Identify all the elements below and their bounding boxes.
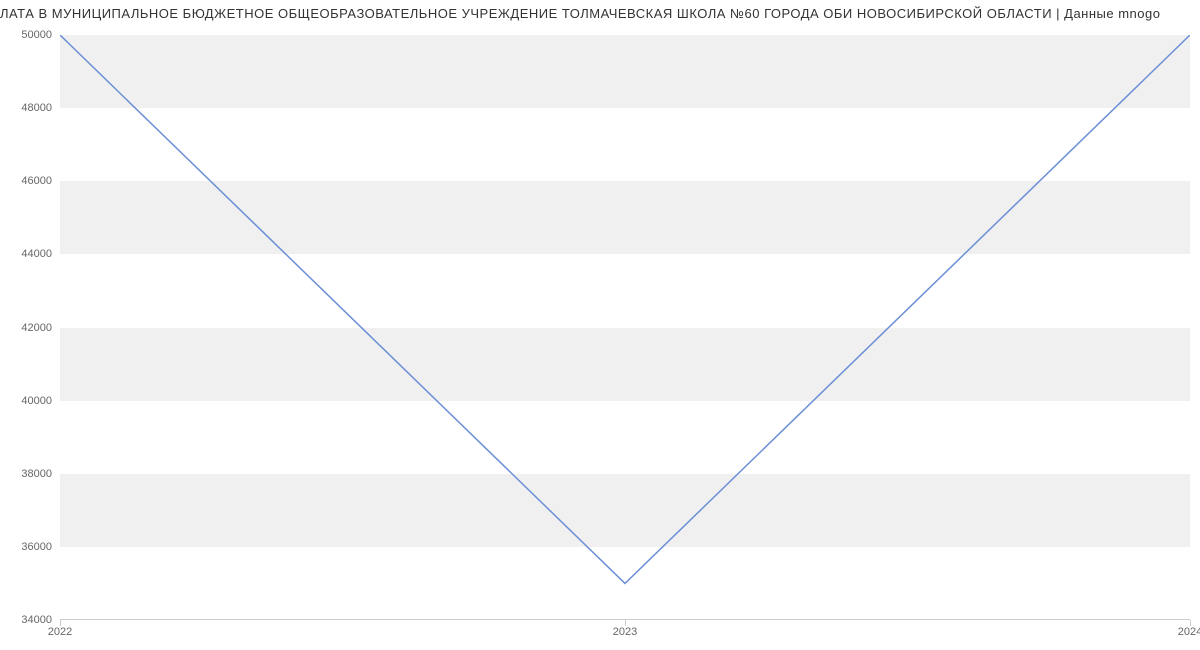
y-axis-label: 40000 [21,395,60,407]
x-tick [60,620,61,626]
x-tick [625,620,626,626]
plot-area: 3400036000380004000042000440004600048000… [60,35,1190,620]
chart-title: ЛАТА В МУНИЦИПАЛЬНОЕ БЮДЖЕТНОЕ ОБЩЕОБРАЗ… [0,0,1200,21]
y-axis-label: 48000 [21,102,60,114]
data-line [60,35,1190,583]
y-axis-label: 46000 [21,175,60,187]
chart-container: ЛАТА В МУНИЦИПАЛЬНОЕ БЮДЖЕТНОЕ ОБЩЕОБРАЗ… [0,0,1200,650]
y-axis-label: 38000 [21,468,60,480]
y-axis-label: 36000 [21,541,60,553]
x-axis-label: 2024 [1178,620,1200,638]
x-tick [1190,620,1191,626]
y-axis-label: 50000 [21,29,60,41]
y-axis-label: 42000 [21,322,60,334]
y-axis-label: 44000 [21,248,60,260]
chart-svg [60,35,1190,620]
